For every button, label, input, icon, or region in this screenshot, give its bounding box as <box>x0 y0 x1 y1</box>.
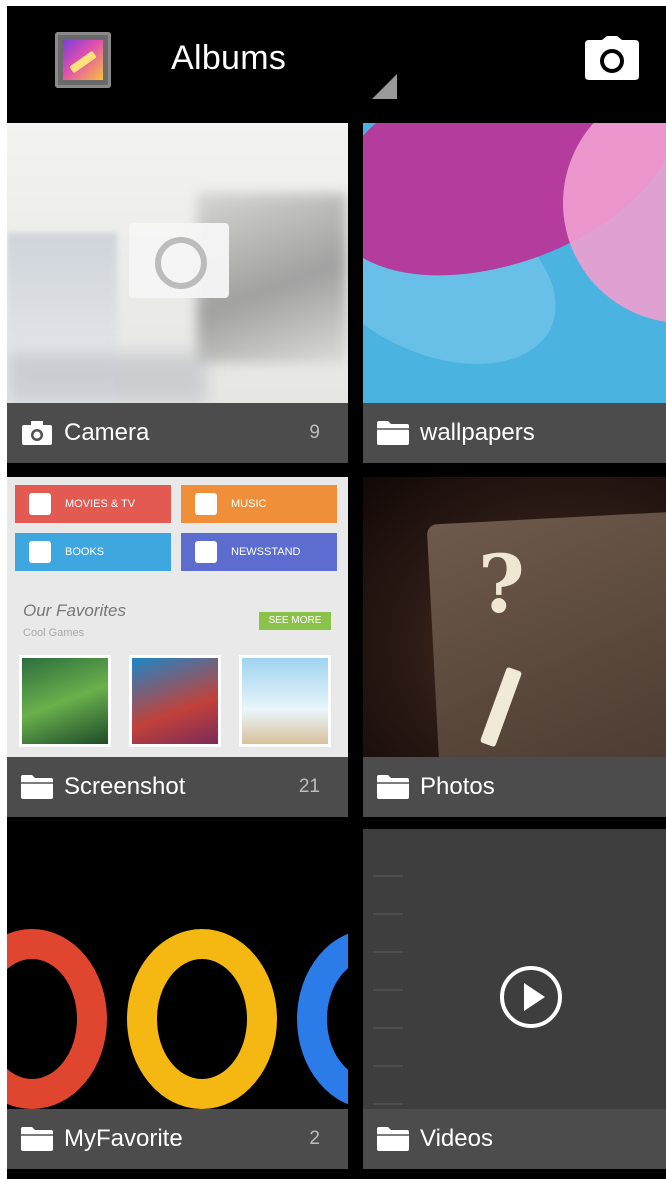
album-name: Screenshot <box>64 773 186 800</box>
action-bar: Albums <box>0 6 666 120</box>
album-count: 21 <box>298 776 320 797</box>
favorites-subtitle: Cool Games <box>23 627 85 639</box>
album-label-bar: Camera 9 <box>7 403 348 463</box>
google-logo-o-red <box>7 929 107 1109</box>
gallery-screen: Albums Camera 9 wallpapers MOVIES & TV M… <box>0 0 666 1179</box>
favorites-title: Our Favorites <box>23 601 126 620</box>
play-icon <box>500 966 562 1028</box>
album-name: wallpapers <box>420 419 535 446</box>
album-tile-videos[interactable]: Videos <box>363 829 666 1169</box>
album-count: 2 <box>309 1128 320 1149</box>
album-tile-screenshot[interactable]: MOVIES & TV MUSIC BOOKS NEWSSTAND Our Fa… <box>7 477 348 817</box>
camera-placeholder-icon <box>129 223 229 298</box>
spinner-dropdown-icon[interactable] <box>372 74 397 99</box>
album-name: MyFavorite <box>64 1125 183 1152</box>
album-label-bar: wallpapers <box>363 403 666 463</box>
play-category-newsstand: NEWSSTAND <box>181 533 337 571</box>
see-more-badge: SEE MORE <box>259 612 331 630</box>
album-thumbnail <box>363 123 666 403</box>
camera-icon[interactable] <box>585 36 639 80</box>
folder-icon <box>377 1127 409 1151</box>
play-category-books: BOOKS <box>15 533 171 571</box>
folder-icon <box>21 1127 53 1151</box>
app-thumb-game-3 <box>239 655 331 747</box>
album-thumbnail <box>7 123 348 403</box>
album-name: Camera <box>64 419 150 446</box>
album-view-spinner-title[interactable]: Albums <box>171 36 286 80</box>
album-label-bar: Screenshot 21 <box>7 757 348 817</box>
app-thumb-game-1 <box>19 655 111 747</box>
play-category-movies: MOVIES & TV <box>15 485 171 523</box>
album-thumbnail: ? <box>363 477 666 757</box>
album-thumbnail: MOVIES & TV MUSIC BOOKS NEWSSTAND Our Fa… <box>7 477 348 757</box>
play-category-music: MUSIC <box>181 485 337 523</box>
camera-icon <box>22 421 52 445</box>
album-label-bar: Photos <box>363 757 666 817</box>
album-count: 9 <box>309 422 320 443</box>
album-thumbnail <box>7 829 348 1109</box>
folder-icon <box>377 775 409 799</box>
folder-icon <box>377 421 409 445</box>
album-thumbnail <box>363 829 666 1109</box>
gallery-app-icon[interactable] <box>55 32 111 88</box>
album-name: Videos <box>420 1125 493 1152</box>
album-tile-myfavorite[interactable]: MyFavorite 2 <box>7 829 348 1169</box>
album-tile-wallpapers[interactable]: wallpapers <box>363 123 666 463</box>
album-label-bar: MyFavorite 2 <box>7 1109 348 1169</box>
app-thumb-game-2 <box>129 655 221 747</box>
google-logo-g-blue <box>297 929 348 1109</box>
album-name: Photos <box>420 773 495 800</box>
album-tile-photos[interactable]: ? Photos <box>363 477 666 817</box>
album-tile-camera[interactable]: Camera 9 <box>7 123 348 463</box>
google-logo-o-yellow <box>127 929 277 1109</box>
folder-icon <box>21 775 53 799</box>
album-label-bar: Videos <box>363 1109 666 1169</box>
